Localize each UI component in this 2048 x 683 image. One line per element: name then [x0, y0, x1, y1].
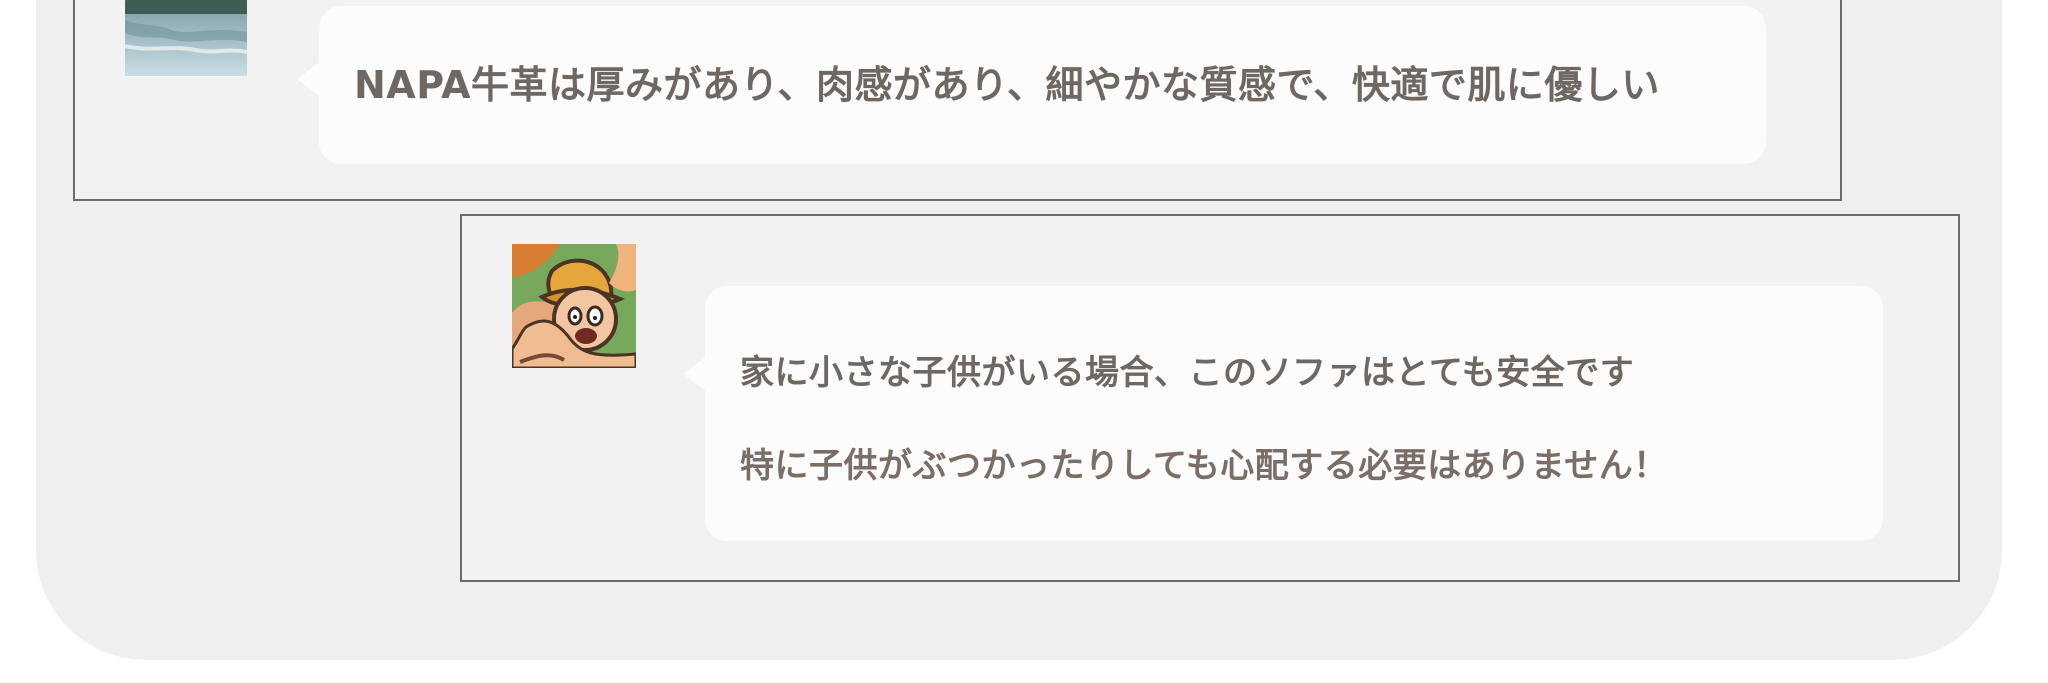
review-text-1: NAPA牛革は厚みがあり、肉感があり、細やかな質感で、快適で肌に優しい — [354, 63, 1660, 107]
review-bubble-1: NAPA牛革は厚みがあり、肉感があり、細やかな質感で、快適で肌に優しい — [297, 6, 1766, 164]
review-bubble-2: 家に小さな子供がいる場合、このソファはとても安全です 特に子供がぶつかったりして… — [683, 286, 1883, 541]
review-card-2: 家に小さな子供がいる場合、このソファはとても安全です 特に子供がぶつかったりして… — [460, 214, 1960, 582]
chat-review-page: NAPA牛革は厚みがあり、肉感があり、細やかな質感で、快適で肌に優しい 家に小さ… — [0, 0, 2048, 683]
cartoon-character-icon — [512, 244, 636, 368]
lake-landscape-avatar — [125, 0, 247, 76]
review-card-1: NAPA牛革は厚みがあり、肉感があり、細やかな質感で、快適で肌に優しい — [73, 0, 1842, 201]
lake-landscape-icon — [125, 0, 247, 76]
review-text-2-line-1: 家に小さな子供がいる場合、このソファはとても安全です — [740, 353, 1635, 393]
review-text-2-line-2: 特に子供がぶつかったりしても心配する必要はありません！ — [740, 446, 1668, 486]
cartoon-character-avatar — [512, 244, 636, 368]
